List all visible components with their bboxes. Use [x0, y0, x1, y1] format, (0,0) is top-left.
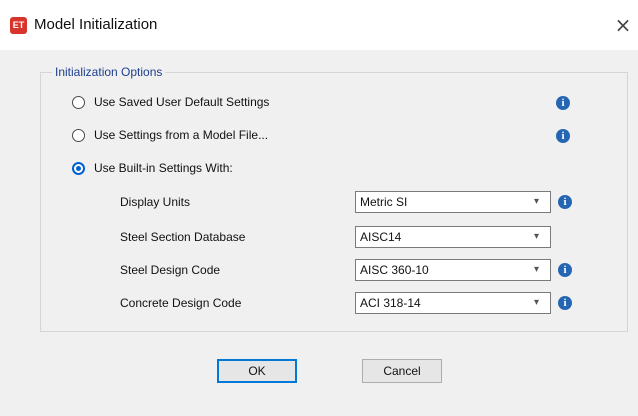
- option-saved-user-defaults[interactable]: Use Saved User Default Settings: [72, 92, 269, 112]
- info-icon[interactable]: i: [556, 96, 570, 110]
- steel-section-database-select[interactable]: AISC14 ▾: [355, 226, 551, 248]
- dialog-body: Initialization Options Use Saved User De…: [0, 50, 638, 416]
- info-icon[interactable]: i: [558, 195, 572, 209]
- steel-section-database-label: Steel Section Database: [120, 230, 246, 244]
- option-label: Use Saved User Default Settings: [94, 95, 270, 109]
- select-value: AISC14: [360, 230, 402, 244]
- chevron-down-icon[interactable]: ▾: [534, 293, 544, 313]
- concrete-design-code-label: Concrete Design Code: [120, 296, 242, 310]
- group-legend: Initialization Options: [52, 65, 166, 79]
- chevron-down-icon[interactable]: ▾: [534, 192, 544, 212]
- chevron-down-icon[interactable]: ▾: [534, 260, 544, 280]
- steel-design-code-select[interactable]: AISC 360-10 ▾: [355, 259, 551, 281]
- display-units-label: Display Units: [120, 195, 191, 209]
- window-title: Model Initialization: [34, 16, 158, 33]
- ok-button[interactable]: OK: [217, 359, 297, 383]
- display-units-select[interactable]: Metric SI ▾: [355, 191, 551, 213]
- select-value: AISC 360-10: [360, 263, 429, 277]
- cancel-button[interactable]: Cancel: [362, 359, 442, 383]
- info-icon[interactable]: i: [556, 129, 570, 143]
- option-model-file[interactable]: Use Settings from a Model File...: [72, 125, 268, 145]
- chevron-down-icon[interactable]: ▾: [534, 227, 544, 247]
- concrete-design-code-select[interactable]: ACI 318-14 ▾: [355, 292, 551, 314]
- select-value: Metric SI: [360, 195, 408, 209]
- title-bar: ET Model Initialization ×: [0, 0, 638, 50]
- option-label: Use Settings from a Model File...: [94, 128, 269, 142]
- option-label: Use Built-in Settings With:: [94, 161, 233, 175]
- info-icon[interactable]: i: [558, 263, 572, 277]
- info-icon[interactable]: i: [558, 296, 572, 310]
- select-value: ACI 318-14: [360, 296, 421, 310]
- radio-button-checked[interactable]: [72, 161, 85, 175]
- etabs-app-icon: ET: [10, 17, 27, 34]
- steel-design-code-label: Steel Design Code: [120, 263, 221, 277]
- radio-button[interactable]: [72, 95, 85, 109]
- option-built-in-settings[interactable]: Use Built-in Settings With:: [72, 158, 233, 178]
- close-button[interactable]: ×: [608, 10, 638, 40]
- radio-button[interactable]: [72, 128, 85, 142]
